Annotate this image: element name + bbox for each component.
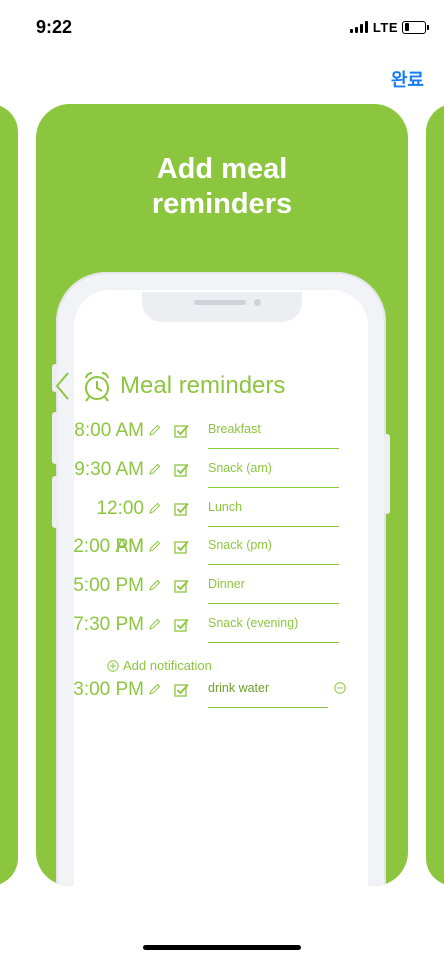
reminder-row: 12:00 AM Lunch bbox=[64, 490, 364, 557]
meal-name: drink water bbox=[208, 681, 270, 695]
reminder-time[interactable]: 9:30 AM bbox=[64, 451, 144, 489]
cellular-signal-icon bbox=[349, 21, 368, 33]
meal-name-field[interactable]: Snack (evening) bbox=[208, 606, 339, 643]
previous-card[interactable] bbox=[0, 104, 18, 886]
reminder-time[interactable]: 5:00 PM bbox=[64, 567, 144, 605]
meal-name: Breakfast bbox=[208, 422, 261, 436]
side-button bbox=[384, 434, 390, 514]
volume-down-button bbox=[52, 476, 58, 528]
volume-up-button bbox=[52, 412, 58, 464]
checkbox-checked-icon[interactable] bbox=[174, 617, 190, 633]
meal-name-field[interactable]: Lunch bbox=[208, 490, 339, 527]
reminder-row: 2:00 PM Snack (pm) bbox=[64, 528, 364, 566]
pencil-icon[interactable] bbox=[148, 502, 161, 515]
meal-name-field[interactable]: Snack (am) bbox=[208, 451, 339, 488]
checkbox-checked-icon[interactable] bbox=[174, 682, 190, 698]
checkbox-checked-icon[interactable] bbox=[174, 501, 190, 517]
status-indicators: LTE bbox=[349, 19, 429, 35]
pencil-icon[interactable] bbox=[148, 579, 161, 592]
speaker-grille bbox=[194, 300, 246, 305]
meal-name: Snack (evening) bbox=[208, 616, 299, 630]
card-title: Add meal reminders bbox=[151, 153, 293, 220]
reminder-row: 9:30 AM Snack (am) bbox=[64, 451, 364, 489]
screen-header: Meal reminders bbox=[54, 366, 344, 406]
done-button[interactable]: 완료 bbox=[391, 66, 424, 92]
meal-name: Snack (pm) bbox=[208, 538, 272, 552]
front-camera bbox=[254, 299, 261, 306]
meal-name: Snack (am) bbox=[208, 461, 272, 475]
pencil-icon[interactable] bbox=[148, 463, 161, 476]
back-chevron-icon[interactable] bbox=[54, 371, 72, 401]
meal-name-field[interactable]: Dinner bbox=[208, 567, 339, 604]
checkbox-checked-icon[interactable] bbox=[174, 578, 190, 594]
meal-name-field[interactable]: drink water bbox=[208, 671, 328, 708]
reminder-row: 5:00 PM Dinner bbox=[64, 567, 364, 605]
checkbox-checked-icon[interactable] bbox=[174, 423, 190, 439]
meal-name-field[interactable]: Breakfast bbox=[208, 412, 339, 449]
pencil-icon[interactable] bbox=[148, 540, 161, 553]
custom-reminder-row: 3:00 PM drink water bbox=[64, 671, 364, 709]
meal-name: Dinner bbox=[208, 577, 245, 591]
feature-card: Add meal reminders Meal reminders 8:00 A… bbox=[36, 104, 408, 886]
reminder-row: 8:00 AM Breakfast bbox=[64, 412, 364, 450]
screen-title: Meal reminders bbox=[120, 372, 286, 399]
pencil-icon[interactable] bbox=[148, 424, 161, 437]
network-type: LTE bbox=[372, 19, 398, 35]
meal-name: Lunch bbox=[208, 500, 243, 514]
checkbox-checked-icon[interactable] bbox=[174, 462, 190, 478]
remove-reminder-icon[interactable] bbox=[334, 682, 346, 694]
battery-icon bbox=[402, 20, 429, 34]
status-time: 9:22 bbox=[36, 17, 73, 37]
reminder-time[interactable]: 8:00 AM bbox=[64, 412, 144, 450]
meal-name-field[interactable]: Snack (pm) bbox=[208, 528, 339, 565]
battery-level bbox=[404, 23, 410, 31]
reminder-row: 7:30 PM Snack (evening) bbox=[64, 606, 364, 644]
plus-circle-icon bbox=[107, 659, 119, 672]
reminder-time[interactable]: 3:00 PM bbox=[64, 671, 144, 709]
home-indicator[interactable] bbox=[143, 945, 301, 950]
pencil-icon[interactable] bbox=[148, 618, 161, 631]
next-card[interactable] bbox=[426, 104, 444, 886]
alarm-clock-icon bbox=[85, 371, 109, 402]
reminder-time[interactable]: 2:00 PM bbox=[64, 528, 144, 566]
phone-notch bbox=[142, 292, 302, 322]
reminder-time[interactable]: 7:30 PM bbox=[64, 606, 144, 644]
status-bar: 9:22 LTE bbox=[0, 0, 444, 54]
checkbox-checked-icon[interactable] bbox=[174, 539, 190, 555]
pencil-icon[interactable] bbox=[148, 683, 161, 696]
